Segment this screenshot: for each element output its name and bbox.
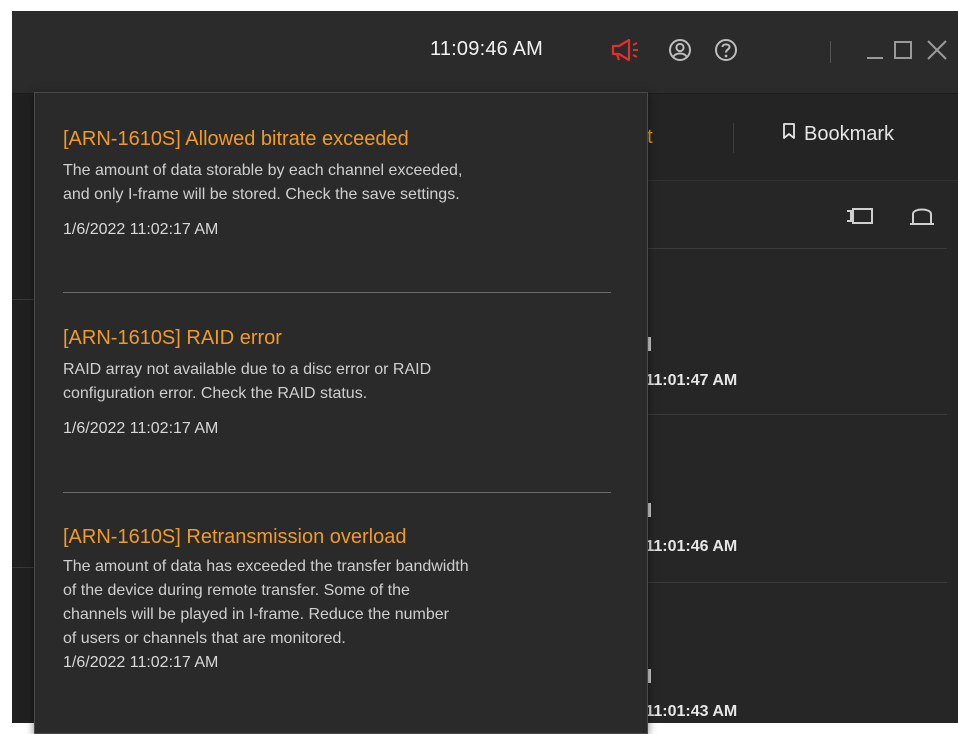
maximize-icon[interactable] xyxy=(892,36,920,64)
notification-popup: [ARN-1610S] Allowed bitrate exceeded The… xyxy=(34,92,648,734)
list-divider xyxy=(642,248,947,249)
notification-description: The amount of data has exceeded the tran… xyxy=(63,555,623,651)
notification-description-line: of the device during remote transfer. So… xyxy=(63,582,410,599)
list-divider xyxy=(642,414,947,415)
left-panel-divider xyxy=(12,299,34,300)
announcement-icon[interactable] xyxy=(610,36,638,64)
clock-display: 11:09:46 AM xyxy=(430,38,544,60)
notification-title: [ARN-1610S] RAID error xyxy=(63,327,282,349)
notification-description-line: and only I-frame will be stored. Check t… xyxy=(63,186,460,203)
camera-view-icon[interactable] xyxy=(844,203,876,229)
alarm-bell-icon[interactable] xyxy=(906,203,938,229)
notification-description: The amount of data storable by each chan… xyxy=(63,159,623,207)
notification-description-line: The amount of data storable by each chan… xyxy=(63,162,463,179)
bookmark-icon xyxy=(782,122,796,146)
event-marker xyxy=(648,669,651,683)
account-icon[interactable] xyxy=(666,36,694,64)
notification-item[interactable]: [ARN-1610S] Allowed bitrate exceeded The… xyxy=(63,127,623,240)
titlebar-separator xyxy=(830,41,831,63)
list-divider xyxy=(642,582,947,583)
help-icon[interactable] xyxy=(712,36,740,64)
notification-description-line: The amount of data has exceeded the tran… xyxy=(63,558,469,575)
notification-description-line: RAID array not available due to a disc e… xyxy=(63,361,432,378)
notification-time: 1/6/2022 11:02:17 AM xyxy=(63,420,219,437)
notification-title: [ARN-1610S] Allowed bitrate exceeded xyxy=(63,128,409,150)
bookmark-button[interactable]: Bookmark xyxy=(782,122,894,146)
notification-title: [ARN-1610S] Retransmission overload xyxy=(63,526,407,548)
title-bar: 11:09:46 AM xyxy=(12,11,958,94)
minimize-icon[interactable] xyxy=(864,36,892,64)
notification-time: 1/6/2022 11:02:17 AM xyxy=(63,221,219,238)
close-icon[interactable] xyxy=(924,36,952,64)
notification-description: RAID array not available due to a disc e… xyxy=(63,358,623,406)
bookmark-label: Bookmark xyxy=(804,122,895,145)
notification-description-line: configuration error. Check the RAID stat… xyxy=(63,385,368,402)
left-panel-divider xyxy=(12,567,34,568)
notification-description-line: channels will be played in I-frame. Redu… xyxy=(63,606,449,623)
notification-divider xyxy=(63,492,611,493)
notification-item[interactable]: [ARN-1610S] RAID error RAID array not av… xyxy=(63,326,623,439)
event-marker xyxy=(648,337,651,351)
notification-description-line: of users or channels that are monitored. xyxy=(63,630,346,647)
notification-time: 1/6/2022 11:02:17 AM xyxy=(63,654,219,671)
event-marker xyxy=(648,503,651,517)
left-panel xyxy=(12,94,34,723)
notification-divider xyxy=(63,292,611,293)
toolbar-separator xyxy=(733,123,734,153)
notification-item[interactable]: [ARN-1610S] Retransmission overload The … xyxy=(63,525,623,673)
